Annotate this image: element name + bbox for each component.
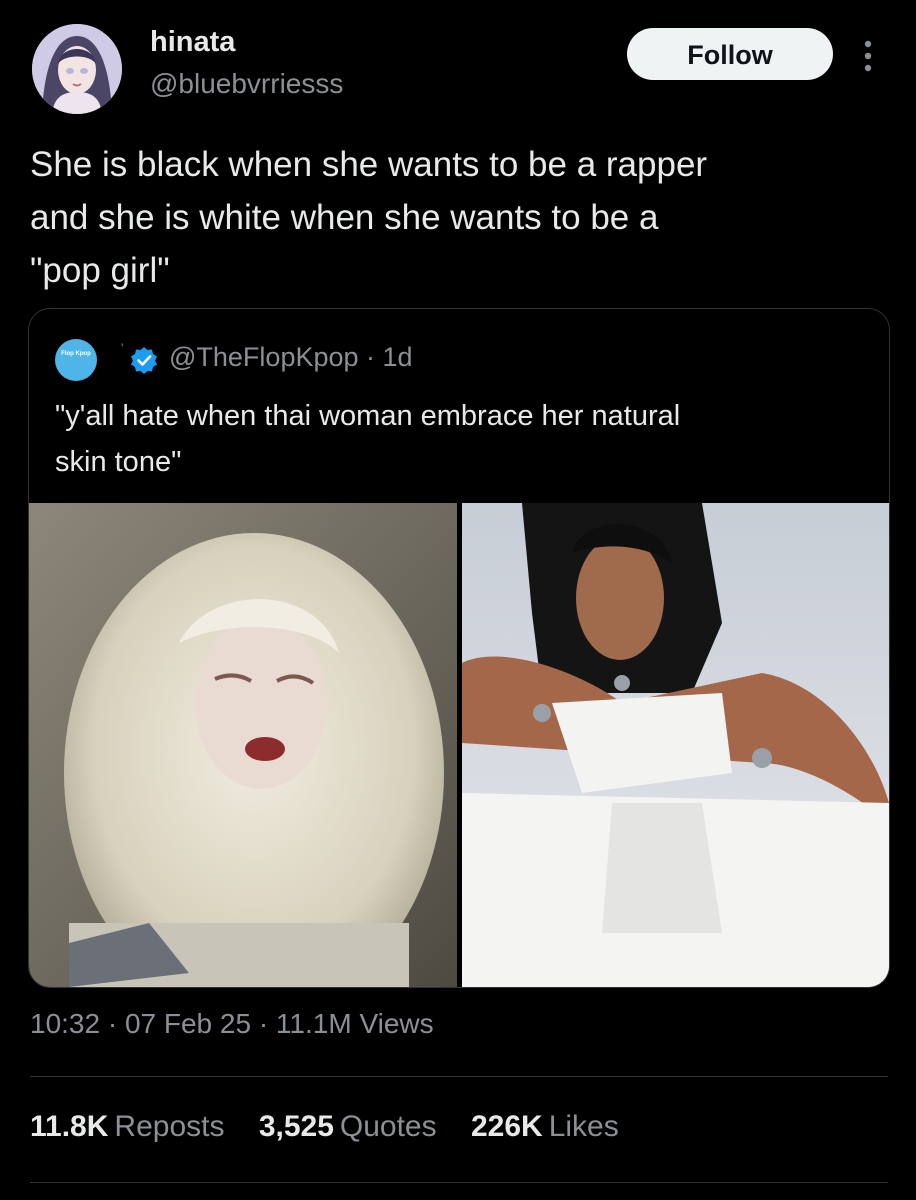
stat-quotes[interactable]: 3,525 Quotes (259, 1110, 437, 1144)
stat-count: 226K (470, 1110, 543, 1143)
author-handle[interactable]: @bluebvrriesss (150, 68, 343, 100)
tweet-text: She is black when she wants to be a rapp… (30, 145, 708, 290)
tweet-stats: 11.8K Reposts 3,525 Quotes 226K Likes (30, 1110, 645, 1144)
divider (30, 1076, 888, 1077)
quoted-photo-dark-hair[interactable] (462, 503, 889, 987)
stat-count: 11.8K (30, 1110, 109, 1143)
author-avatar[interactable] (32, 24, 122, 114)
stat-count: 3,525 (258, 1110, 334, 1143)
quoted-photo-blonde[interactable] (29, 503, 457, 987)
stat-label: Likes (548, 1110, 619, 1143)
quoted-avatar-logo-text: Flop Kpop (61, 351, 91, 357)
tweet-timestamp-views: 10:32 · 07 Feb 25 · 11.1M Views (30, 1008, 434, 1039)
stat-reposts[interactable]: 11.8K Reposts (30, 1110, 224, 1144)
more-dots-icon[interactable] (858, 36, 878, 76)
stat-likes[interactable]: 226K Likes (471, 1110, 619, 1144)
quoted-tweet-card[interactable]: Flop Kpop ' @TheFlopKpop · 1d "y'all hat… (28, 308, 890, 988)
stat-label: Reposts (114, 1110, 225, 1143)
stat-label: Quotes (339, 1110, 437, 1143)
follow-button[interactable]: Follow (627, 28, 833, 80)
anime-girl-avatar-icon (32, 24, 122, 114)
quoted-handle-time[interactable]: @TheFlopKpop · 1d (169, 342, 413, 373)
quoted-author-avatar[interactable]: Flop Kpop (55, 339, 97, 381)
verified-badge-icon (129, 345, 159, 375)
divider (30, 1182, 888, 1183)
quoted-tweet-text: "y'all hate when thai woman embrace her … (55, 400, 681, 478)
author-display-name[interactable]: hinata (150, 26, 235, 59)
